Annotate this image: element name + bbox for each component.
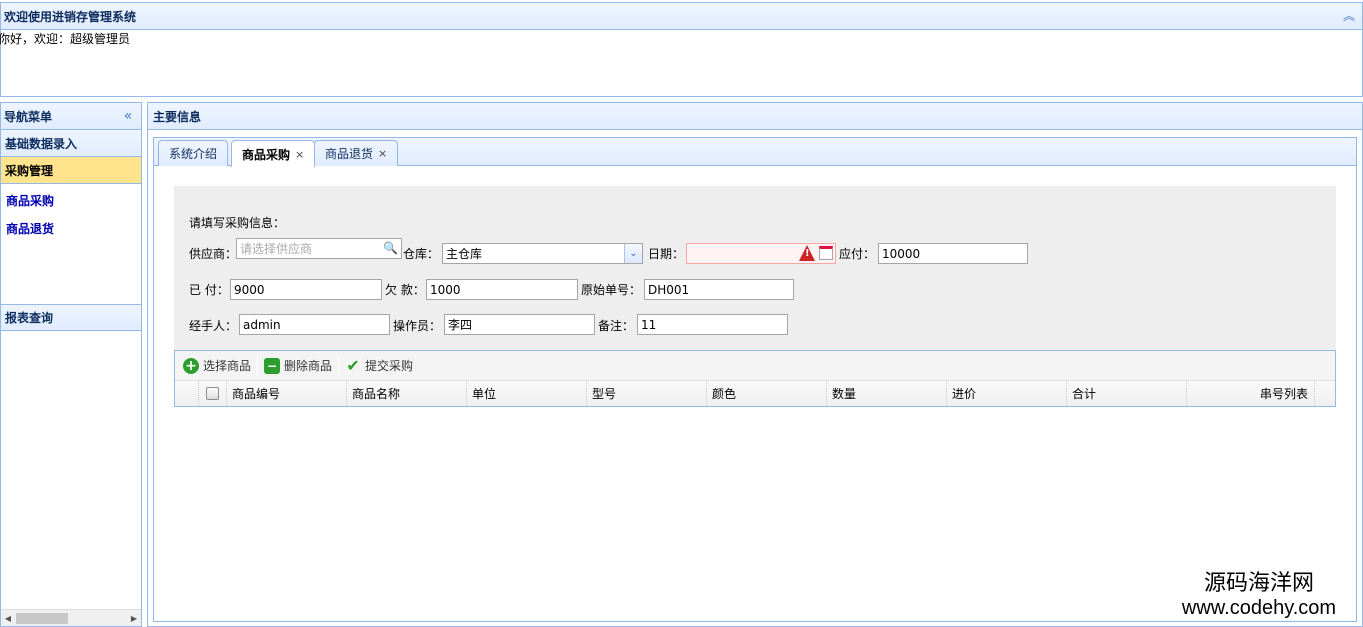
chevron-down-icon[interactable]: ⌄: [624, 244, 642, 263]
col-serial-list[interactable]: 串号列表: [1187, 381, 1315, 406]
col-goods-code[interactable]: 商品编号: [227, 381, 347, 406]
horizontal-scrollbar[interactable]: ◀ ▶: [1, 609, 141, 626]
welcome-panel: 欢迎使用进销存管理系统 ︽ 你好，欢迎：超级管理员: [0, 2, 1363, 97]
owed-input[interactable]: 1000: [426, 279, 578, 300]
handler-input[interactable]: admin: [239, 314, 390, 335]
col-model[interactable]: 型号: [587, 381, 707, 406]
delete-goods-button[interactable]: − 删除商品: [264, 357, 338, 374]
supplier-label: 供应商：: [189, 247, 238, 261]
scroll-right-icon[interactable]: ▶: [127, 614, 141, 623]
tab-purchase[interactable]: 商品采购 ×: [231, 140, 316, 167]
menu-item-return[interactable]: 商品退货: [1, 214, 141, 242]
nav-panel: 导航菜单 « 基础数据录入 采购管理 商品采购 商品退货 报表查询 ◀ ▶: [0, 102, 142, 627]
close-icon[interactable]: ×: [295, 148, 304, 161]
nav-title: 导航菜单: [4, 109, 53, 124]
operator-label: 操作员：: [393, 319, 442, 333]
payable-label: 应付：: [839, 247, 876, 261]
grid-header-row: 商品编号 商品名称 单位 型号 颜色 数量 进价 合计 串号列表: [175, 381, 1335, 406]
collapse-up-icon[interactable]: ︽: [1342, 9, 1356, 23]
menu-item-purchase[interactable]: 商品采购: [1, 186, 141, 214]
welcome-text: 你好，欢迎：超级管理员: [0, 32, 131, 46]
select-goods-button[interactable]: + 选择商品: [183, 357, 257, 374]
calendar-icon[interactable]: [819, 246, 833, 260]
warehouse-label: 仓库：: [403, 247, 440, 261]
date-input[interactable]: [686, 243, 836, 264]
col-price[interactable]: 进价: [947, 381, 1067, 406]
tab-return[interactable]: 商品退货 ×: [314, 140, 399, 166]
operator-input[interactable]: 李四: [444, 314, 595, 335]
owed-label: 欠 款：: [385, 283, 425, 297]
remark-input[interactable]: 11: [637, 314, 788, 335]
close-icon[interactable]: ×: [378, 147, 387, 160]
welcome-panel-header: 欢迎使用进销存管理系统 ︽: [1, 3, 1362, 30]
select-all-checkbox[interactable]: [199, 381, 227, 406]
warning-icon: [799, 245, 815, 261]
handler-label: 经手人：: [189, 319, 238, 333]
add-icon: +: [183, 357, 199, 374]
watermark-url: www.codehy.com: [1181, 597, 1337, 619]
tab-system-intro[interactable]: 系统介绍: [158, 140, 229, 166]
search-icon[interactable]: 🔍: [383, 241, 398, 255]
main-header: 主要信息: [148, 103, 1362, 130]
col-quantity[interactable]: 数量: [827, 381, 947, 406]
warehouse-select[interactable]: 主仓库 ⌄: [442, 243, 643, 264]
tabs-container: 系统介绍 商品采购 × 商品退货 × 请填写采购信息： 供应商： 请选择供应商 …: [153, 137, 1357, 622]
date-label: 日期：: [648, 247, 685, 261]
form-heading: 请填写采购信息：: [189, 216, 286, 230]
paid-input[interactable]: 9000: [230, 279, 382, 300]
main-title: 主要信息: [153, 109, 202, 124]
remove-icon: −: [264, 357, 281, 374]
scroll-left-icon[interactable]: ◀: [1, 614, 15, 623]
section-basic-data[interactable]: 基础数据录入: [1, 130, 141, 157]
orig-no-input[interactable]: DH001: [644, 279, 794, 300]
supplier-input[interactable]: 请选择供应商 🔍: [236, 238, 402, 259]
payable-input[interactable]: 10000: [878, 243, 1028, 264]
remark-label: 备注：: [598, 319, 635, 333]
watermark-title: 源码海洋网: [1203, 571, 1314, 596]
col-goods-name[interactable]: 商品名称: [347, 381, 467, 406]
col-color[interactable]: 颜色: [707, 381, 827, 406]
grid-toolbar: + 选择商品 − 删除商品 ✔ 提交采购: [175, 351, 1335, 381]
main-panel: 主要信息 系统介绍 商品采购 × 商品退货 × 请填写采购信息： 供应商： 请选…: [147, 102, 1363, 627]
checkmark-icon: ✔: [346, 356, 360, 375]
collapse-left-icon[interactable]: «: [121, 109, 135, 123]
col-total[interactable]: 合计: [1067, 381, 1187, 406]
paid-label: 已 付：: [189, 283, 229, 297]
section-purchase[interactable]: 采购管理: [1, 157, 141, 184]
nav-header: 导航菜单 «: [1, 103, 141, 130]
orig-no-label: 原始单号：: [581, 283, 642, 297]
welcome-title: 欢迎使用进销存管理系统: [4, 9, 137, 24]
tabs-bar: 系统介绍 商品采购 × 商品退货 ×: [154, 138, 1356, 167]
goods-grid: + 选择商品 − 删除商品 ✔ 提交采购 商品编号 商品名称 单位 型号 颜色 …: [174, 350, 1336, 407]
purchase-form: 请填写采购信息： 供应商： 请选择供应商 🔍 仓库： 主仓库 ⌄ 日期： 应付：…: [174, 186, 1336, 351]
col-unit[interactable]: 单位: [467, 381, 587, 406]
submit-purchase-button[interactable]: ✔ 提交采购: [345, 356, 419, 375]
section-reports[interactable]: 报表查询: [1, 304, 141, 331]
watermark: 源码海洋网 www.codehy.com: [1158, 571, 1360, 621]
scroll-thumb[interactable]: [16, 612, 68, 624]
